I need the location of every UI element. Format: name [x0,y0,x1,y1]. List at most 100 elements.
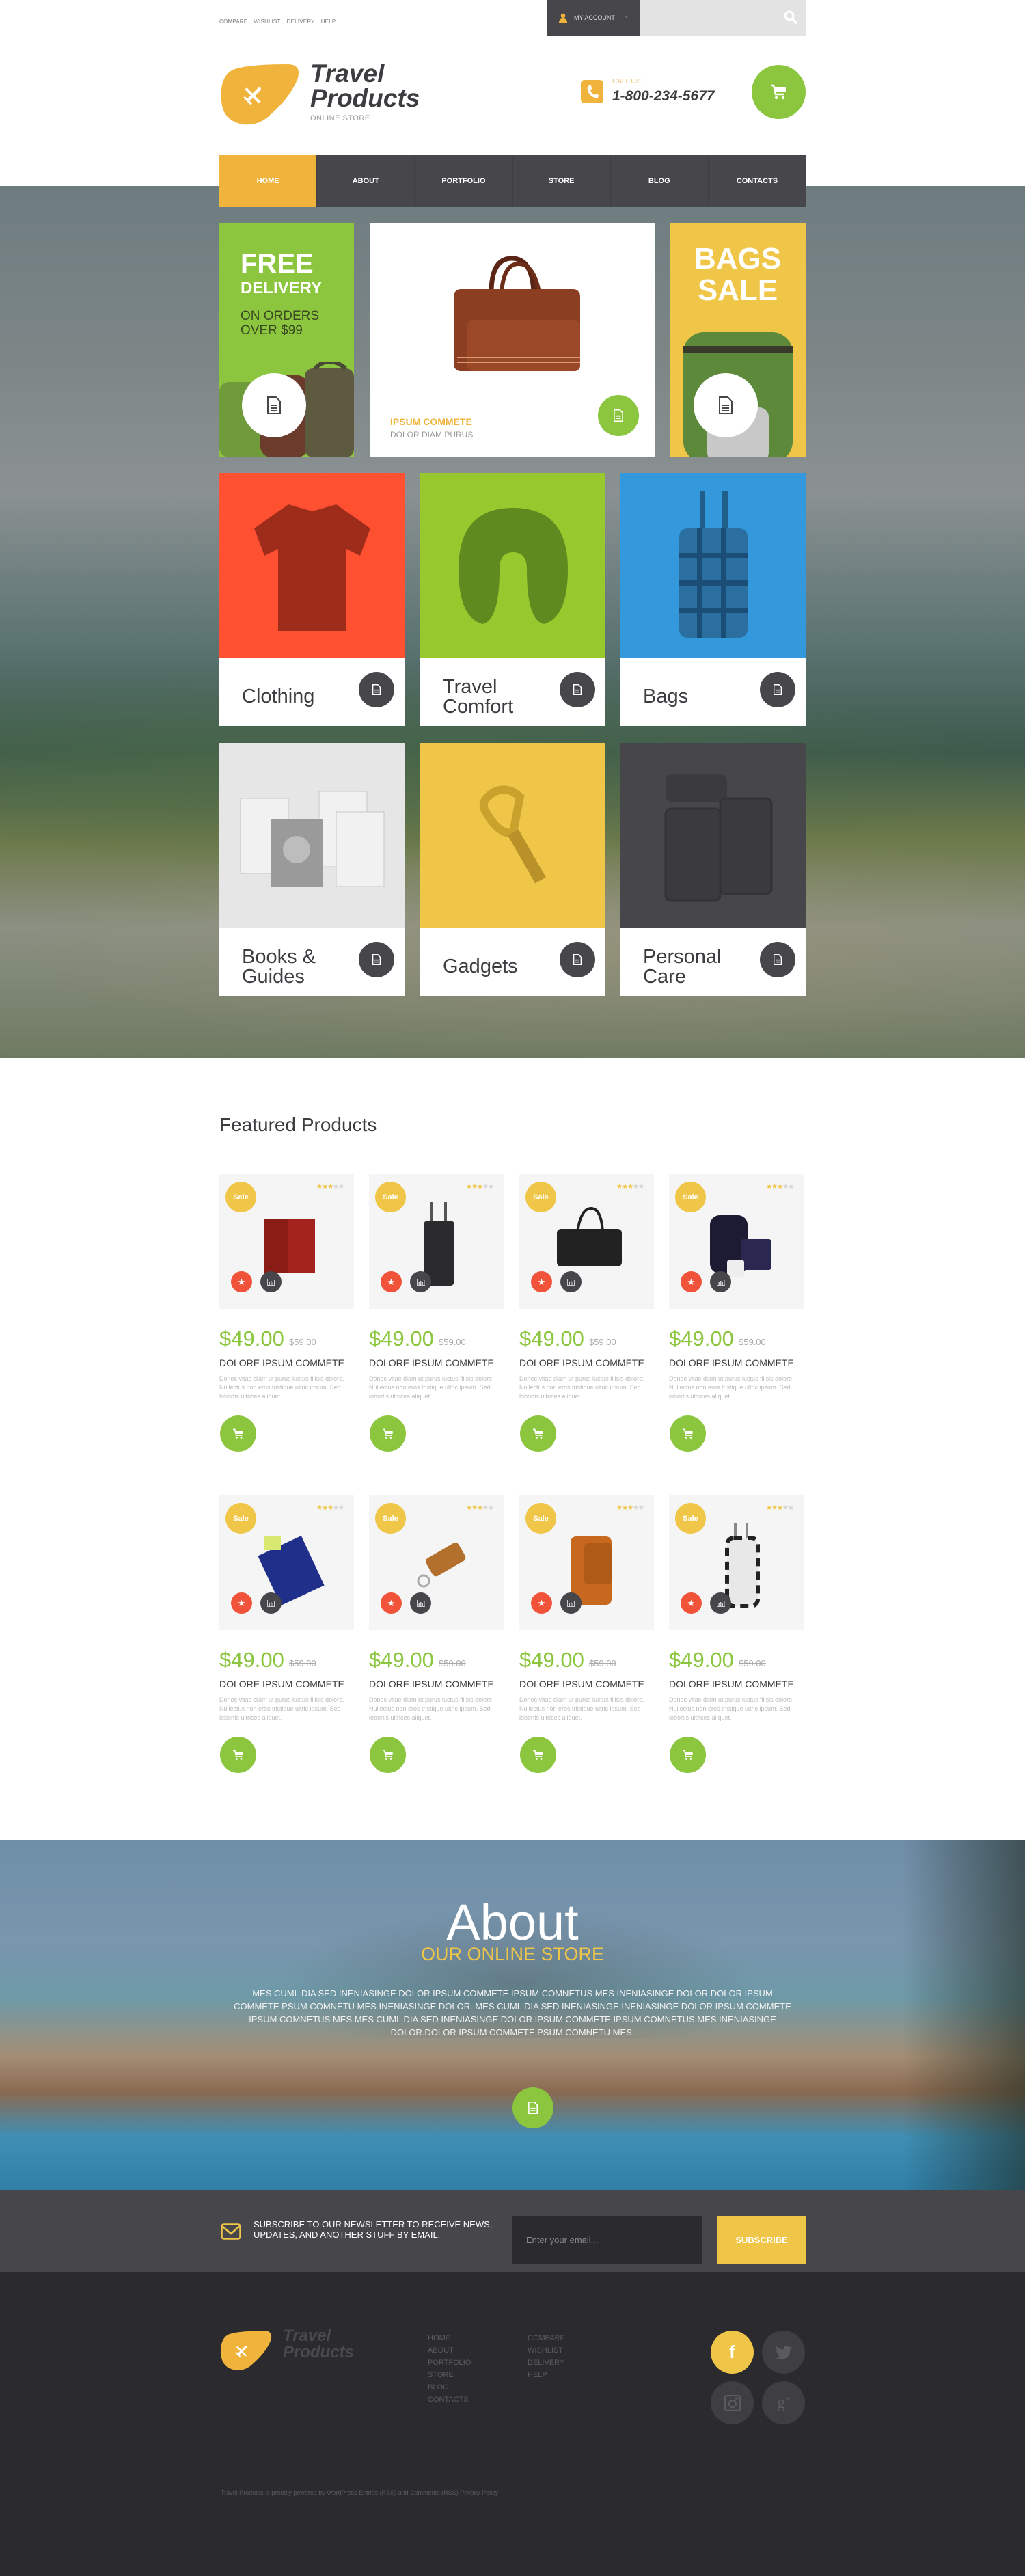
footer-logo-icon[interactable] [219,2330,273,2371]
footer-link-wishlist[interactable]: WISHLIST [528,2344,565,2357]
footer-link-delivery[interactable]: DELIVERY [528,2357,565,2369]
footer-link-store[interactable]: STORE [428,2369,471,2381]
product-image-box[interactable]: Sale ★★★★★ ★ [219,1495,354,1630]
logo-icon[interactable] [219,63,300,126]
add-to-compare-button[interactable] [410,1271,431,1292]
product-name[interactable]: DOLORE IPSUM COMMETE [369,1357,494,1368]
add-to-compare-button[interactable] [260,1592,282,1614]
bags-sale-banner[interactable]: BAGS SALE [670,223,806,457]
my-account-dropdown[interactable]: MY ACCOUNT ▼ [547,0,640,36]
add-to-compare-button[interactable] [710,1271,731,1292]
product-image-box[interactable]: Sale ★★★★★ ★ [369,1174,504,1309]
product-name[interactable]: DOLORE IPSUM COMMETE [369,1679,494,1690]
product-name[interactable]: DOLORE IPSUM COMMETE [669,1357,794,1368]
add-to-wishlist-button[interactable]: ★ [531,1592,552,1614]
add-to-cart-button[interactable] [520,1415,556,1452]
product-image-box[interactable]: Sale ★★★★★ ★ [669,1174,804,1309]
add-to-cart-button[interactable] [520,1737,556,1773]
category-tile-clothing[interactable]: Clothing [219,473,405,726]
footer-link-blog[interactable]: BLOG [428,2381,471,2394]
category-tile-bags[interactable]: Bags [620,473,806,726]
star-icon: ★ [387,1276,396,1287]
search-input[interactable] [640,0,777,36]
add-to-wishlist-button[interactable]: ★ [381,1271,402,1292]
cart-button[interactable] [752,65,806,119]
footer-link-contacts[interactable]: CONTACTS [428,2394,471,2406]
add-to-cart-button[interactable] [370,1415,406,1452]
star-icon: ★ [322,1183,328,1191]
add-to-wishlist-button[interactable]: ★ [381,1592,402,1614]
add-to-cart-button[interactable] [370,1737,406,1773]
add-to-cart-button[interactable] [670,1415,706,1452]
category-tile-travel-comfort[interactable]: Travel Comfort [420,473,605,726]
star-icon: ★ [477,1504,483,1512]
product-image-box[interactable]: Sale ★★★★★ ★ [519,1174,654,1309]
product-name[interactable]: DOLORE IPSUM COMMETE [519,1679,644,1690]
featured-promo-details-button[interactable] [598,395,639,436]
nav-about[interactable]: ABOUT [317,155,415,207]
add-to-compare-button[interactable] [710,1592,731,1614]
subscribe-button[interactable]: SUBSCRIBE [718,2216,806,2264]
add-to-wishlist-button[interactable]: ★ [231,1592,252,1614]
product-image-box[interactable]: Sale ★★★★★ ★ [369,1495,504,1630]
free-delivery-banner[interactable]: FREE DELIVERY ON ORDERS OVER $99 [219,223,354,457]
google-plus-button[interactable]: g+ [762,2381,805,2424]
nav-contacts[interactable]: CONTACTS [709,155,806,207]
category-view-button[interactable] [359,942,394,977]
category-tile-books-guides[interactable]: Books & Guides [219,743,405,996]
logo-title[interactable]: Travel Products [310,61,420,111]
product-old-price: $59.00 [289,1337,316,1347]
category-view-button[interactable] [560,672,595,707]
add-to-wishlist-button[interactable]: ★ [531,1271,552,1292]
add-to-wishlist-button[interactable]: ★ [681,1271,702,1292]
top-link-wishlist[interactable]: WISHLIST [254,18,280,25]
nav-blog[interactable]: BLOG [611,155,709,207]
nav-portfolio[interactable]: PORTFOLIO [415,155,513,207]
twitter-button[interactable] [762,2331,805,2374]
newsletter-email-input[interactable] [512,2216,702,2264]
add-to-cart-button[interactable] [670,1737,706,1773]
product-image-box[interactable]: Sale ★★★★★ ★ [219,1174,354,1309]
product-description: Donec vitae diam ut purus luctus filisis… [369,1696,494,1721]
add-to-compare-button[interactable] [560,1592,582,1614]
category-view-button[interactable] [760,672,795,707]
footer-link-home[interactable]: HOME [428,2332,471,2344]
product-name[interactable]: DOLORE IPSUM COMMETE [219,1357,344,1368]
phone-number[interactable]: 1-800-234-5677 [612,88,714,105]
add-to-cart-button[interactable] [220,1737,256,1773]
add-to-compare-button[interactable] [560,1271,582,1292]
category-view-button[interactable] [560,942,595,977]
add-to-wishlist-button[interactable]: ★ [231,1271,252,1292]
free-delivery-details-button[interactable] [242,373,306,437]
nav-home[interactable]: HOME [219,155,318,207]
chart-icon [416,1599,425,1607]
add-to-wishlist-button[interactable]: ★ [681,1592,702,1614]
add-to-cart-button[interactable] [220,1415,256,1452]
product-image-box[interactable]: Sale ★★★★★ ★ [669,1495,804,1630]
nav-store[interactable]: STORE [513,155,611,207]
top-link-delivery[interactable]: DELIVERY [287,18,315,25]
instagram-button[interactable] [711,2381,754,2424]
top-link-compare[interactable]: COMPARE [219,18,247,25]
product-name[interactable]: DOLORE IPSUM COMMETE [519,1357,644,1368]
footer-link-about[interactable]: ABOUT [428,2344,471,2357]
search-icon[interactable] [784,10,797,24]
about-read-more-button[interactable] [512,2087,554,2128]
facebook-button[interactable]: f [711,2331,754,2374]
add-to-compare-button[interactable] [410,1592,431,1614]
top-link-help[interactable]: HELP [321,18,336,25]
category-tile-gadgets[interactable]: Gadgets [420,743,605,996]
category-tile-personal-care[interactable]: Personal Care [620,743,806,996]
footer-link-portfolio[interactable]: PORTFOLIO [428,2357,471,2369]
bags-sale-details-button[interactable] [694,373,758,437]
footer-link-help[interactable]: HELP [528,2369,565,2381]
product-name[interactable]: DOLORE IPSUM COMMETE [219,1679,344,1690]
chart-icon [566,1278,575,1286]
add-to-compare-button[interactable] [260,1271,282,1292]
footer-link-compare[interactable]: COMPARE [528,2332,565,2344]
category-view-button[interactable] [359,672,394,707]
product-image-box[interactable]: Sale ★★★★★ ★ [519,1495,654,1630]
featured-promo[interactable]: IPSUM COMMETE DOLOR DIAM PURUS [370,223,655,457]
product-name[interactable]: DOLORE IPSUM COMMETE [669,1679,794,1690]
category-view-button[interactable] [760,942,795,977]
